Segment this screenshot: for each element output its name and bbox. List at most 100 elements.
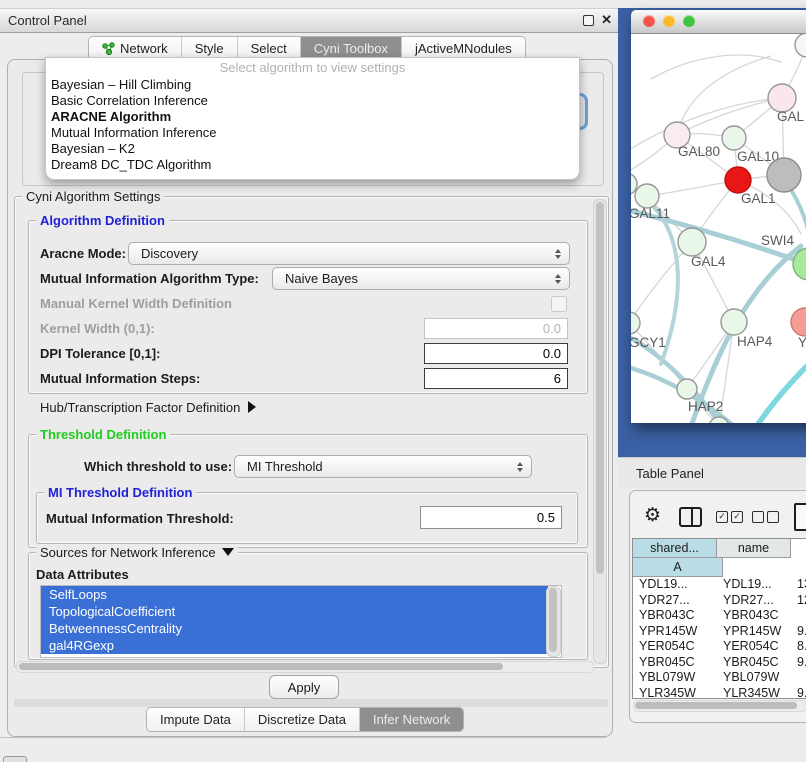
show-all-columns-icon[interactable]: ✓✓ <box>716 511 743 523</box>
aracne-mode-combo[interactable]: Discovery <box>128 242 570 265</box>
table-cell: YDR27... <box>717 593 791 609</box>
mi-type-combo[interactable]: Naive Bayes <box>272 267 570 290</box>
settings-hscrollbar[interactable] <box>16 661 594 673</box>
settings-vscrollbar[interactable] <box>593 199 607 664</box>
close-panel-icon[interactable]: ✕ <box>601 12 612 28</box>
network-node[interactable] <box>795 34 806 57</box>
network-node-gal10[interactable] <box>722 126 746 150</box>
tab-impute-data[interactable]: Impute Data <box>147 708 245 731</box>
table-row[interactable]: YBL079WYBL079W <box>633 670 806 686</box>
tab-jactivemnodules-label: jActiveMNodules <box>415 41 512 56</box>
network-node-hap2[interactable] <box>677 379 697 399</box>
table-row[interactable]: YBR045CYBR045C9. <box>633 655 806 671</box>
data-attributes-list: SelfLoopsTopologicalCoefficientBetweenne… <box>40 585 562 658</box>
columns-icon[interactable] <box>679 507 702 527</box>
table-row[interactable]: YBR043CYBR043C <box>633 608 806 624</box>
table-row[interactable]: YLR345WYLR345W9. <box>633 686 806 700</box>
dpi-tolerance-input[interactable]: 0.0 <box>424 343 568 364</box>
document-icon[interactable] <box>794 503 806 531</box>
table-column-header[interactable]: A <box>633 558 723 577</box>
network-edge[interactable] <box>647 180 738 196</box>
data-attribute-item[interactable]: SelfLoops <box>41 586 548 603</box>
network-node-gal1[interactable] <box>725 167 751 193</box>
hub-expand-icon[interactable] <box>248 401 256 413</box>
tab-discretize-data-label: Discretize Data <box>258 712 346 727</box>
algorithm-option[interactable]: Bayesian – K2 <box>46 141 579 157</box>
mi-steps-input[interactable]: 6 <box>424 368 568 389</box>
mi-threshold-input[interactable]: 0.5 <box>420 506 562 529</box>
algorithm-option[interactable]: ARACNE Algorithm <box>46 109 579 125</box>
attributes-scrollbar[interactable] <box>546 586 561 657</box>
panel-bottom-band <box>14 699 608 707</box>
apply-button[interactable]: Apply <box>269 675 339 699</box>
table-cell: YBR045C <box>633 655 717 671</box>
table-cell: 8. <box>791 639 806 655</box>
float-panel-icon[interactable] <box>583 15 594 26</box>
attributes-scrollbar-thumb[interactable] <box>549 588 557 652</box>
network-node-gal4[interactable] <box>678 228 706 256</box>
network-node-gcy1[interactable] <box>631 312 640 334</box>
algorithm-option[interactable]: Mutual Information Inference <box>46 125 579 141</box>
control-panel-titlebar: Control Panel ✕ <box>0 8 618 33</box>
algorithm-option[interactable]: Basic Correlation Inference <box>46 93 579 109</box>
network-node-gal[interactable] <box>768 84 796 112</box>
aracne-mode-value: Discovery <box>141 246 555 261</box>
network-edge[interactable] <box>677 56 771 135</box>
table-column-header[interactable]: shared... <box>633 539 717 558</box>
data-attribute-item[interactable]: gal4RGexp <box>41 637 548 654</box>
algorithm-dropdown-placeholder: Select algorithm to view settings <box>46 58 579 77</box>
table-row[interactable]: YDL19...YDL19...13 <box>633 577 806 593</box>
zoom-window-button[interactable] <box>683 15 695 27</box>
combo-arrows-icon <box>555 249 561 259</box>
kernel-width-input[interactable]: 0.0 <box>424 318 568 339</box>
hide-all-columns-icon[interactable] <box>752 511 779 523</box>
algorithm-option[interactable]: Dream8 DC_TDC Algorithm <box>46 157 579 173</box>
sources-collapse-icon[interactable] <box>222 548 234 556</box>
network-canvas[interactable]: GALGAL80GAL10GAL1GAL11GAL4SWI4GCY1HAP4YH… <box>631 34 806 423</box>
table-cell: YER054C <box>717 639 791 655</box>
table-cell: YPR145W <box>717 624 791 640</box>
network-edge[interactable] <box>744 356 806 423</box>
network-window-titlebar[interactable] <box>631 10 806 34</box>
which-threshold-value: MI Threshold <box>247 459 517 474</box>
algorithm-options-list: Bayesian – Hill ClimbingBasic Correlatio… <box>46 77 579 173</box>
table-hscrollbar[interactable] <box>633 700 806 712</box>
sources-title[interactable]: Sources for Network Inference <box>36 545 238 560</box>
table-cell: YBR045C <box>717 655 791 671</box>
table-panel-title: Table Panel <box>636 466 704 481</box>
network-node-hap4[interactable] <box>721 309 747 335</box>
gear-icon[interactable]: ⚙ <box>644 504 661 526</box>
network-edge[interactable] <box>631 242 692 323</box>
table-cell: YLR345W <box>717 686 791 700</box>
tab-discretize-data[interactable]: Discretize Data <box>245 708 360 731</box>
minimized-panel-chip[interactable] <box>3 756 27 762</box>
tab-network-label: Network <box>120 41 168 56</box>
tab-infer-network[interactable]: Infer Network <box>360 708 463 731</box>
table-row[interactable]: YPR145WYPR145W9. <box>633 624 806 640</box>
table-row[interactable]: YDR27...YDR27...12 <box>633 593 806 609</box>
algorithm-option[interactable]: Bayesian – Hill Climbing <box>46 77 579 93</box>
network-node-gal11[interactable] <box>635 184 659 208</box>
settings-vscrollbar-thumb[interactable] <box>596 202 604 574</box>
table-column-header[interactable]: name <box>717 539 791 558</box>
manual-kernel-checkbox[interactable] <box>551 296 567 312</box>
table-hscrollbar-thumb[interactable] <box>635 702 797 709</box>
table-cell: YPR145W <box>633 624 717 640</box>
minimize-window-button[interactable] <box>663 15 675 27</box>
mi-type-label: Mutual Information Algorithm Type: <box>40 271 259 286</box>
settings-hscrollbar-thumb[interactable] <box>19 663 503 670</box>
close-window-button[interactable] <box>643 15 655 27</box>
data-attribute-item[interactable]: TopologicalCoefficient <box>41 603 548 620</box>
kernel-width-label: Kernel Width (0,1): <box>40 321 155 336</box>
table-body: YDL19...YDL19...13YDR27...YDR27...12YBR0… <box>633 577 806 699</box>
network-view-window: GALGAL80GAL10GAL1GAL11GAL4SWI4GCY1HAP4YH… <box>631 10 806 423</box>
table-row[interactable]: YER054CYER054C8. <box>633 639 806 655</box>
hub-definition-text: Hub/Transcription Factor Definition <box>40 400 240 415</box>
network-node-y[interactable] <box>791 308 806 336</box>
table-cell: YDL19... <box>633 577 717 593</box>
data-attribute-item[interactable]: BetweennessCentrality <box>41 620 548 637</box>
which-threshold-combo[interactable]: MI Threshold <box>234 455 532 478</box>
hub-definition-label[interactable]: Hub/Transcription Factor Definition <box>40 400 256 415</box>
node-table: shared...nameA YDL19...YDL19...13YDR27..… <box>632 538 806 699</box>
network-node[interactable] <box>767 158 801 192</box>
